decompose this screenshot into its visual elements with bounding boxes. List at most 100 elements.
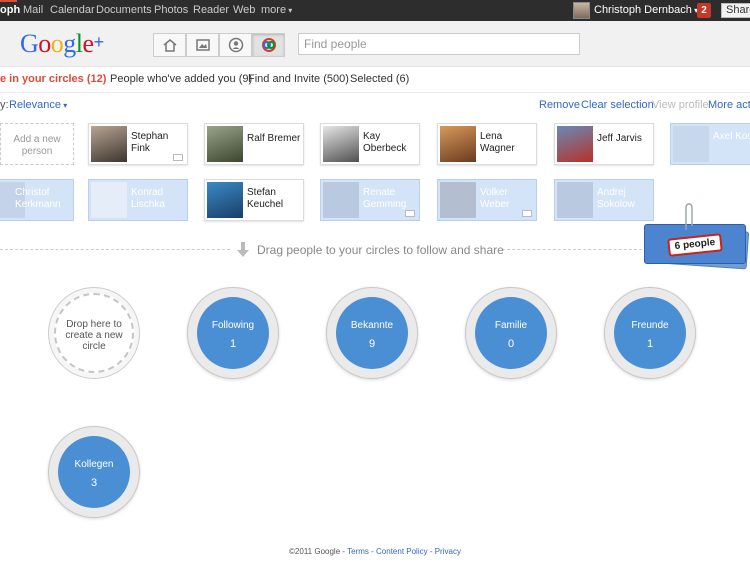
share-button[interactable]: Share — [721, 3, 750, 18]
person-card-selected[interactable]: Christof Kerkmann — [0, 179, 74, 221]
more-actions-link[interactable]: More actio — [708, 99, 750, 111]
person-photo — [440, 182, 476, 218]
nav-item-documents[interactable]: Documents — [96, 0, 152, 21]
person-photo — [91, 126, 127, 162]
mail-icon — [522, 210, 532, 217]
nav-item-photos[interactable]: Photos — [154, 0, 188, 21]
person-photo — [323, 126, 359, 162]
person-name: Christof Kerkmann — [15, 187, 61, 210]
user-name[interactable]: Christoph Dernbach — [594, 0, 698, 21]
clear-selection-link[interactable]: Clear selection — [581, 99, 654, 111]
circles-button[interactable] — [252, 33, 285, 57]
remove-link[interactable]: Remove — [539, 99, 580, 111]
new-circle-dropzone[interactable]: Drop here to create a new circle — [48, 287, 140, 379]
nav-item-reader[interactable]: Reader — [193, 0, 229, 21]
person-card[interactable]: Jeff Jarvis — [554, 123, 654, 165]
circle-count: 1 — [646, 338, 654, 350]
person-card-selected[interactable]: Renate Gemming — [320, 179, 420, 221]
circle-name: Bekannte — [350, 320, 394, 331]
google-plus-logo[interactable]: Google+ — [20, 27, 104, 59]
person-name: Lena Wagner — [480, 131, 515, 154]
circle-count: 9 — [368, 338, 376, 350]
divider-left — [0, 249, 230, 250]
circle-body: Kollegen 3 — [58, 436, 130, 508]
sort-label: y: — [0, 99, 9, 111]
tabs-divider — [0, 92, 750, 93]
mail-icon — [173, 154, 183, 161]
person-name: Ralf Bremer — [247, 133, 301, 144]
person-name: Kay Oberbeck — [363, 131, 407, 154]
photos-button[interactable] — [186, 33, 219, 57]
divider-right — [502, 249, 642, 250]
person-name: Konrad Lischka — [131, 187, 165, 210]
person-name: Stephan Fink — [131, 131, 169, 154]
photos-icon — [195, 39, 210, 51]
person-photo — [440, 126, 476, 162]
circle-count: 0 — [507, 338, 515, 350]
person-name: Axel Kossel — [713, 131, 750, 142]
person-card[interactable]: Lena Wagner — [437, 123, 537, 165]
notification-badge[interactable]: 2 — [697, 3, 711, 18]
home-icon — [163, 39, 176, 52]
down-arrow-icon — [237, 242, 249, 257]
person-card[interactable]: Stefan Keuchel — [204, 179, 304, 221]
view-profile-link: View profile — [652, 99, 709, 111]
drag-hint: Drag people to your circles to follow an… — [257, 243, 504, 257]
user-avatar[interactable] — [573, 2, 590, 19]
find-people-input[interactable] — [298, 33, 580, 55]
nav-item-web[interactable]: Web — [233, 0, 255, 21]
person-photo — [673, 126, 709, 162]
circle-body: Following 1 — [197, 297, 269, 369]
nav-item-plus[interactable]: oph — [0, 0, 20, 21]
content-policy-link[interactable]: Content Policy — [376, 547, 428, 556]
person-photo — [91, 182, 127, 218]
person-photo — [207, 126, 243, 162]
circle-name: Following — [211, 320, 255, 331]
nav-item-more[interactable]: more — [261, 0, 292, 21]
add-new-person[interactable]: Add a new person — [0, 123, 74, 165]
person-card[interactable]: Stephan Fink — [88, 123, 188, 165]
circle-familie[interactable]: Familie 0 — [465, 287, 557, 379]
terms-link[interactable]: Terms — [347, 547, 369, 556]
circle-bekannte[interactable]: Bekannte 9 — [326, 287, 418, 379]
person-photo — [557, 126, 593, 162]
sort-dropdown[interactable]: Relevance — [9, 99, 67, 111]
person-photo — [557, 182, 593, 218]
privacy-link[interactable]: Privacy — [435, 547, 461, 556]
paperclip-icon — [685, 203, 693, 230]
circle-name: Kollegen — [74, 459, 114, 470]
tab-find-and-invite[interactable]: Find and Invite (500) — [248, 73, 349, 85]
circle-following[interactable]: Following 1 — [187, 287, 279, 379]
nav-item-mail[interactable]: Mail — [23, 0, 43, 21]
circle-name: Freunde — [631, 320, 669, 331]
profile-button[interactable] — [219, 33, 252, 57]
home-button[interactable] — [153, 33, 186, 57]
person-card[interactable]: Kay Oberbeck — [320, 123, 420, 165]
tab-selected[interactable]: Selected (6) — [350, 73, 409, 85]
mail-icon — [405, 210, 415, 217]
new-circle-text: Drop here to create a new circle — [65, 319, 123, 352]
person-name: Andrej Sokolow — [597, 187, 635, 210]
tab-people-who-added-you[interactable]: People who've added you (9) — [110, 73, 252, 85]
person-card-selected[interactable]: Konrad Lischka — [88, 179, 188, 221]
circle-count: 3 — [90, 477, 98, 489]
person-card-selected[interactable]: Axel Kossel — [670, 123, 750, 165]
circles-icon — [261, 38, 276, 52]
selection-drag-tag[interactable]: 6 people — [642, 203, 750, 270]
circle-name: Familie — [494, 320, 528, 331]
person-card-selected[interactable]: Andrej Sokolow — [554, 179, 654, 221]
person-card-selected[interactable]: Volker Weber — [437, 179, 537, 221]
tab-in-your-circles[interactable]: e in your circles (12) — [0, 73, 106, 85]
person-name: Stefan Keuchel — [247, 187, 284, 210]
circle-body: Freunde 1 — [614, 297, 686, 369]
person-name: Jeff Jarvis — [597, 133, 642, 144]
person-name: Volker Weber — [480, 187, 510, 210]
person-photo — [207, 182, 243, 218]
circle-count: 1 — [229, 338, 237, 350]
circle-freunde[interactable]: Freunde 1 — [604, 287, 696, 379]
nav-item-calendar[interactable]: Calendar — [50, 0, 95, 21]
circle-body: Familie 0 — [475, 297, 547, 369]
circle-kollegen[interactable]: Kollegen 3 — [48, 426, 140, 518]
circle-body: Bekannte 9 — [336, 297, 408, 369]
person-card[interactable]: Ralf Bremer — [204, 123, 304, 165]
